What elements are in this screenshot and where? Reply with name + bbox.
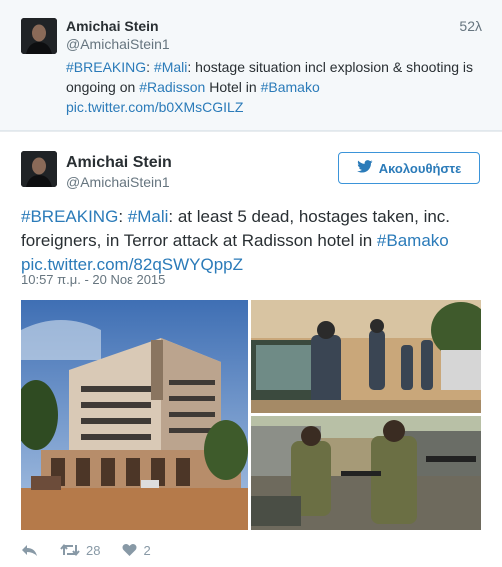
reply-button[interactable]	[21, 543, 38, 557]
hashtag-radisson[interactable]: #Radisson	[139, 79, 205, 95]
heart-icon	[122, 543, 137, 557]
like-count: 2	[143, 542, 151, 558]
tweet-actions: 28 2	[21, 540, 173, 560]
hashtag-mali[interactable]: #Mali	[128, 207, 169, 226]
tweet-timestamp[interactable]: 10:57 π.μ. - 20 Νοε 2015	[21, 272, 165, 287]
hotel-photo[interactable]	[21, 300, 248, 530]
hashtag-mali[interactable]: #Mali	[154, 59, 187, 75]
follow-button[interactable]: Ακολουθήστε	[338, 152, 480, 184]
like-button[interactable]: 2	[122, 542, 151, 558]
hashtag-breaking[interactable]: #BREAKING	[21, 207, 118, 226]
author-handle[interactable]: @AmichaiStein1	[66, 174, 170, 190]
avatar[interactable]	[21, 151, 57, 187]
parent-tweet[interactable]: Amichai Stein @AmichaiStein1 52λ #BREAKI…	[0, 0, 502, 131]
hashtag-breaking[interactable]: #BREAKING	[66, 59, 146, 75]
hashtag-bamako[interactable]: #Bamako	[261, 79, 320, 95]
retweet-icon	[60, 543, 80, 557]
text-fragment: :	[146, 59, 154, 75]
retweet-count: 28	[86, 542, 101, 558]
security-forces-photo[interactable]	[251, 300, 481, 413]
author-name[interactable]: Amichai Stein	[66, 18, 159, 34]
tweet-text: #BREAKING: #Mali: at least 5 dead, hosta…	[21, 205, 491, 277]
pic-link[interactable]: pic.twitter.com/b0XMsCGILZ	[66, 99, 243, 115]
text-fragment: :	[118, 207, 128, 226]
text-fragment: Hotel in	[205, 79, 261, 95]
tweet-time[interactable]: 52λ	[459, 18, 482, 34]
follow-label: Ακολουθήστε	[378, 160, 462, 176]
hashtag-bamako[interactable]: #Bamako	[377, 231, 449, 250]
twitter-bird-icon	[356, 160, 373, 176]
avatar[interactable]	[21, 18, 57, 54]
author-name[interactable]: Amichai Stein	[66, 154, 172, 172]
soldiers-photo[interactable]	[251, 416, 481, 530]
main-tweet: Amichai Stein @AmichaiStein1 Ακολουθήστε…	[0, 132, 502, 567]
reply-icon	[21, 543, 38, 557]
retweet-button[interactable]: 28	[60, 543, 100, 558]
author-handle[interactable]: @AmichaiStein1	[66, 36, 170, 52]
media-grid	[21, 300, 481, 530]
tweet-text: #BREAKING: #Mali: hostage situation incl…	[66, 57, 486, 117]
